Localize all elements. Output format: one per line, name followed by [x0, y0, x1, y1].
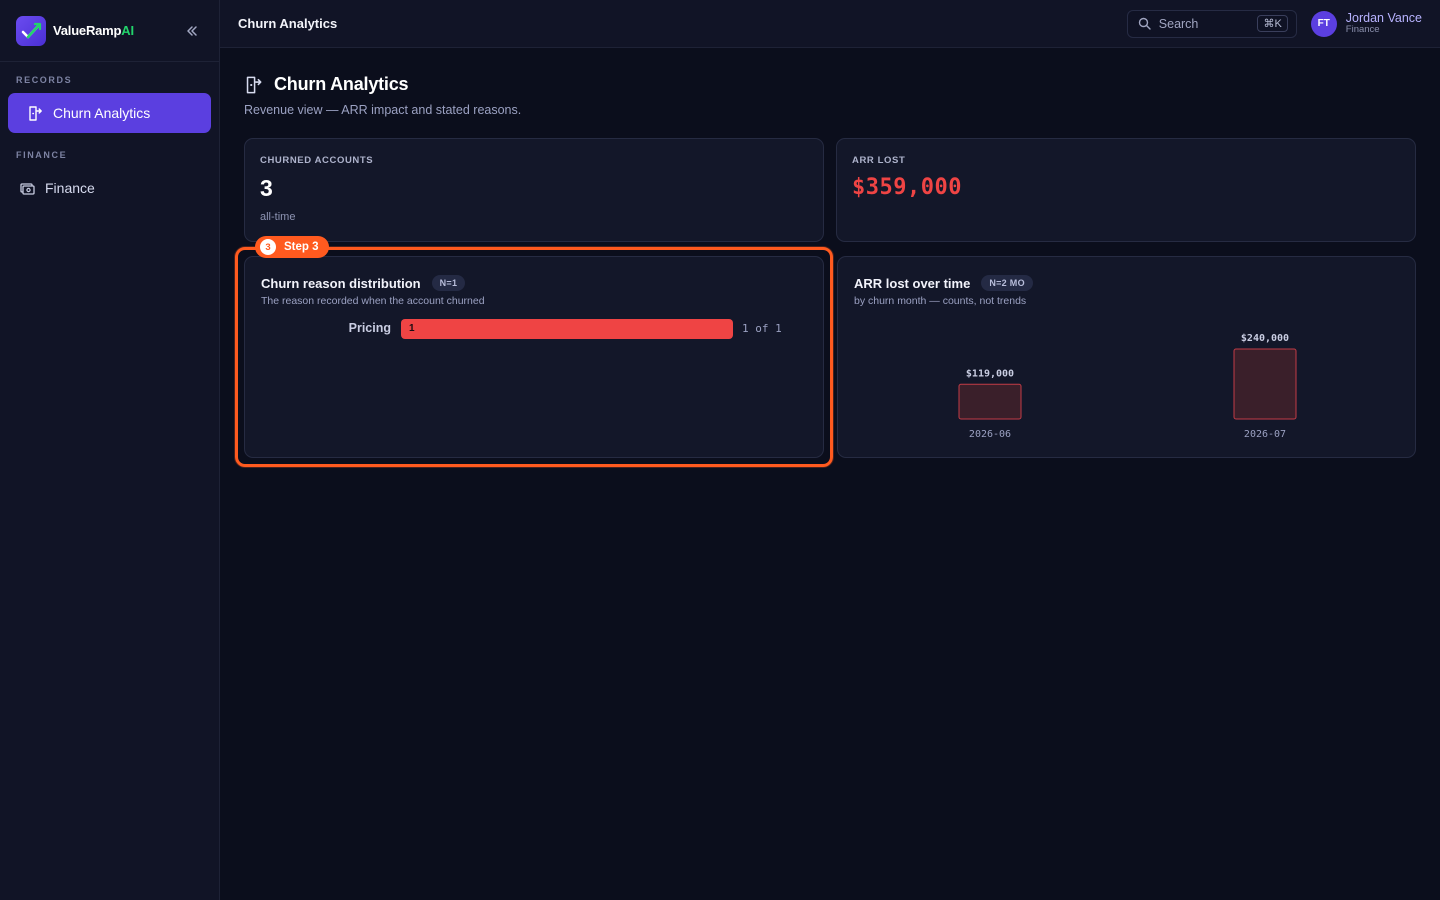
page-header: Churn Analytics Revenue view — ARR impac… [244, 74, 521, 117]
bar [958, 383, 1022, 420]
card-title: ARR lost over time N=2 MO [854, 275, 1399, 291]
bar-category-label: Pricing [348, 321, 391, 335]
nav-label-finance: FINANCE [16, 150, 68, 160]
brand-logo-icon[interactable] [16, 15, 46, 46]
card-title: Churn reason distribution N=1 [261, 275, 807, 291]
card-title-text: Churn reason distribution [261, 275, 421, 291]
search-input[interactable]: Search ⌘K [1126, 9, 1297, 38]
sidebar-item-label: Finance [45, 180, 95, 196]
avatar: FT [1310, 10, 1337, 37]
bar-value-label: $119,000 [966, 368, 1014, 379]
brand-name-main: ValueRamp [53, 23, 122, 38]
sidebar-item-finance[interactable]: Finance [8, 172, 211, 204]
churn-reason-card: Churn reason distribution N=1 The reason… [244, 256, 824, 458]
page-title: Churn Analytics [274, 74, 409, 94]
brand-name-suffix: AI [121, 23, 134, 38]
step-badge: 3 Step 3 [255, 236, 329, 258]
sidebar-item-label: Churn Analytics [53, 105, 151, 121]
kpi-value: $359,000 [852, 175, 962, 200]
bar-count-label: 1 of 1 [742, 322, 782, 335]
sidebar-item-churn-analytics[interactable]: Churn Analytics [8, 93, 211, 133]
finance-icon [18, 179, 36, 197]
reason-bar-chart: Pricing 1 1 of 1 [245, 319, 823, 339]
page-subtitle: Revenue view — ARR impact and stated rea… [244, 103, 522, 117]
card-title-text: ARR lost over time [854, 275, 971, 291]
x-tick-label: 2026-06 [969, 429, 1011, 440]
user-role: Finance [1345, 24, 1380, 36]
user-meta: Jordan Vance Finance [1346, 11, 1422, 36]
nav-label-records: RECORDS [16, 75, 73, 85]
chevrons-left-icon [187, 25, 197, 36]
collapse-sidebar-button[interactable] [181, 20, 203, 42]
arr-bar-chart: $119,000 2026-06 $240,000 2026-07 [958, 333, 1297, 440]
kpi-label: CHURNED ACCOUNTS [260, 155, 374, 166]
bar [1233, 348, 1297, 420]
count-pill: N=1 [431, 275, 466, 291]
churn-icon [246, 76, 262, 93]
user-menu[interactable]: FT Jordan Vance Finance [1310, 10, 1422, 37]
brand-name: ValueRampAI [53, 23, 134, 38]
sidebar: ValueRampAI RECORDS Churn Analytics FINA… [0, 0, 220, 900]
kpi-card-arr-lost: ARR LOST $359,000 [836, 138, 1416, 242]
nav-section: RECORDS Churn Analytics FINANCE Finance [0, 75, 219, 204]
card-subtitle: by churn month — counts, not trends [854, 295, 1027, 307]
topbar: Churn Analytics Search ⌘K FT Jordan Vanc… [220, 0, 1440, 48]
kpi-card-churned-accounts: CHURNED ACCOUNTS 3 all-time [244, 138, 824, 242]
bar-track: 1 [401, 319, 733, 339]
x-tick-label: 2026-07 [1244, 429, 1286, 440]
count-pill: N=2 MO [981, 275, 1033, 291]
step-number: 3 [260, 239, 276, 255]
page-title-row: Churn Analytics [244, 74, 521, 95]
bar-value-label: 1 [409, 323, 415, 334]
bar-fill: 1 [401, 319, 733, 339]
search-icon [1138, 17, 1151, 30]
step-label: Step 3 [284, 241, 319, 253]
kpi-label: ARR LOST [852, 155, 906, 166]
bar-value-label: $240,000 [1241, 333, 1289, 344]
topbar-title: Churn Analytics [238, 16, 338, 31]
user-name: Jordan Vance [1345, 10, 1422, 25]
kpi-footnote: all-time [260, 211, 296, 223]
arr-over-time-card: ARR lost over time N=2 MO by churn month… [837, 256, 1416, 458]
brand-header: ValueRampAI [0, 0, 219, 62]
search-placeholder: Search [1158, 16, 1199, 31]
card-subtitle: The reason recorded when the account chu… [261, 295, 485, 307]
kpi-value: 3 [260, 175, 273, 201]
churn-icon [26, 104, 44, 122]
search-shortcut-badge: ⌘K [1257, 15, 1288, 32]
